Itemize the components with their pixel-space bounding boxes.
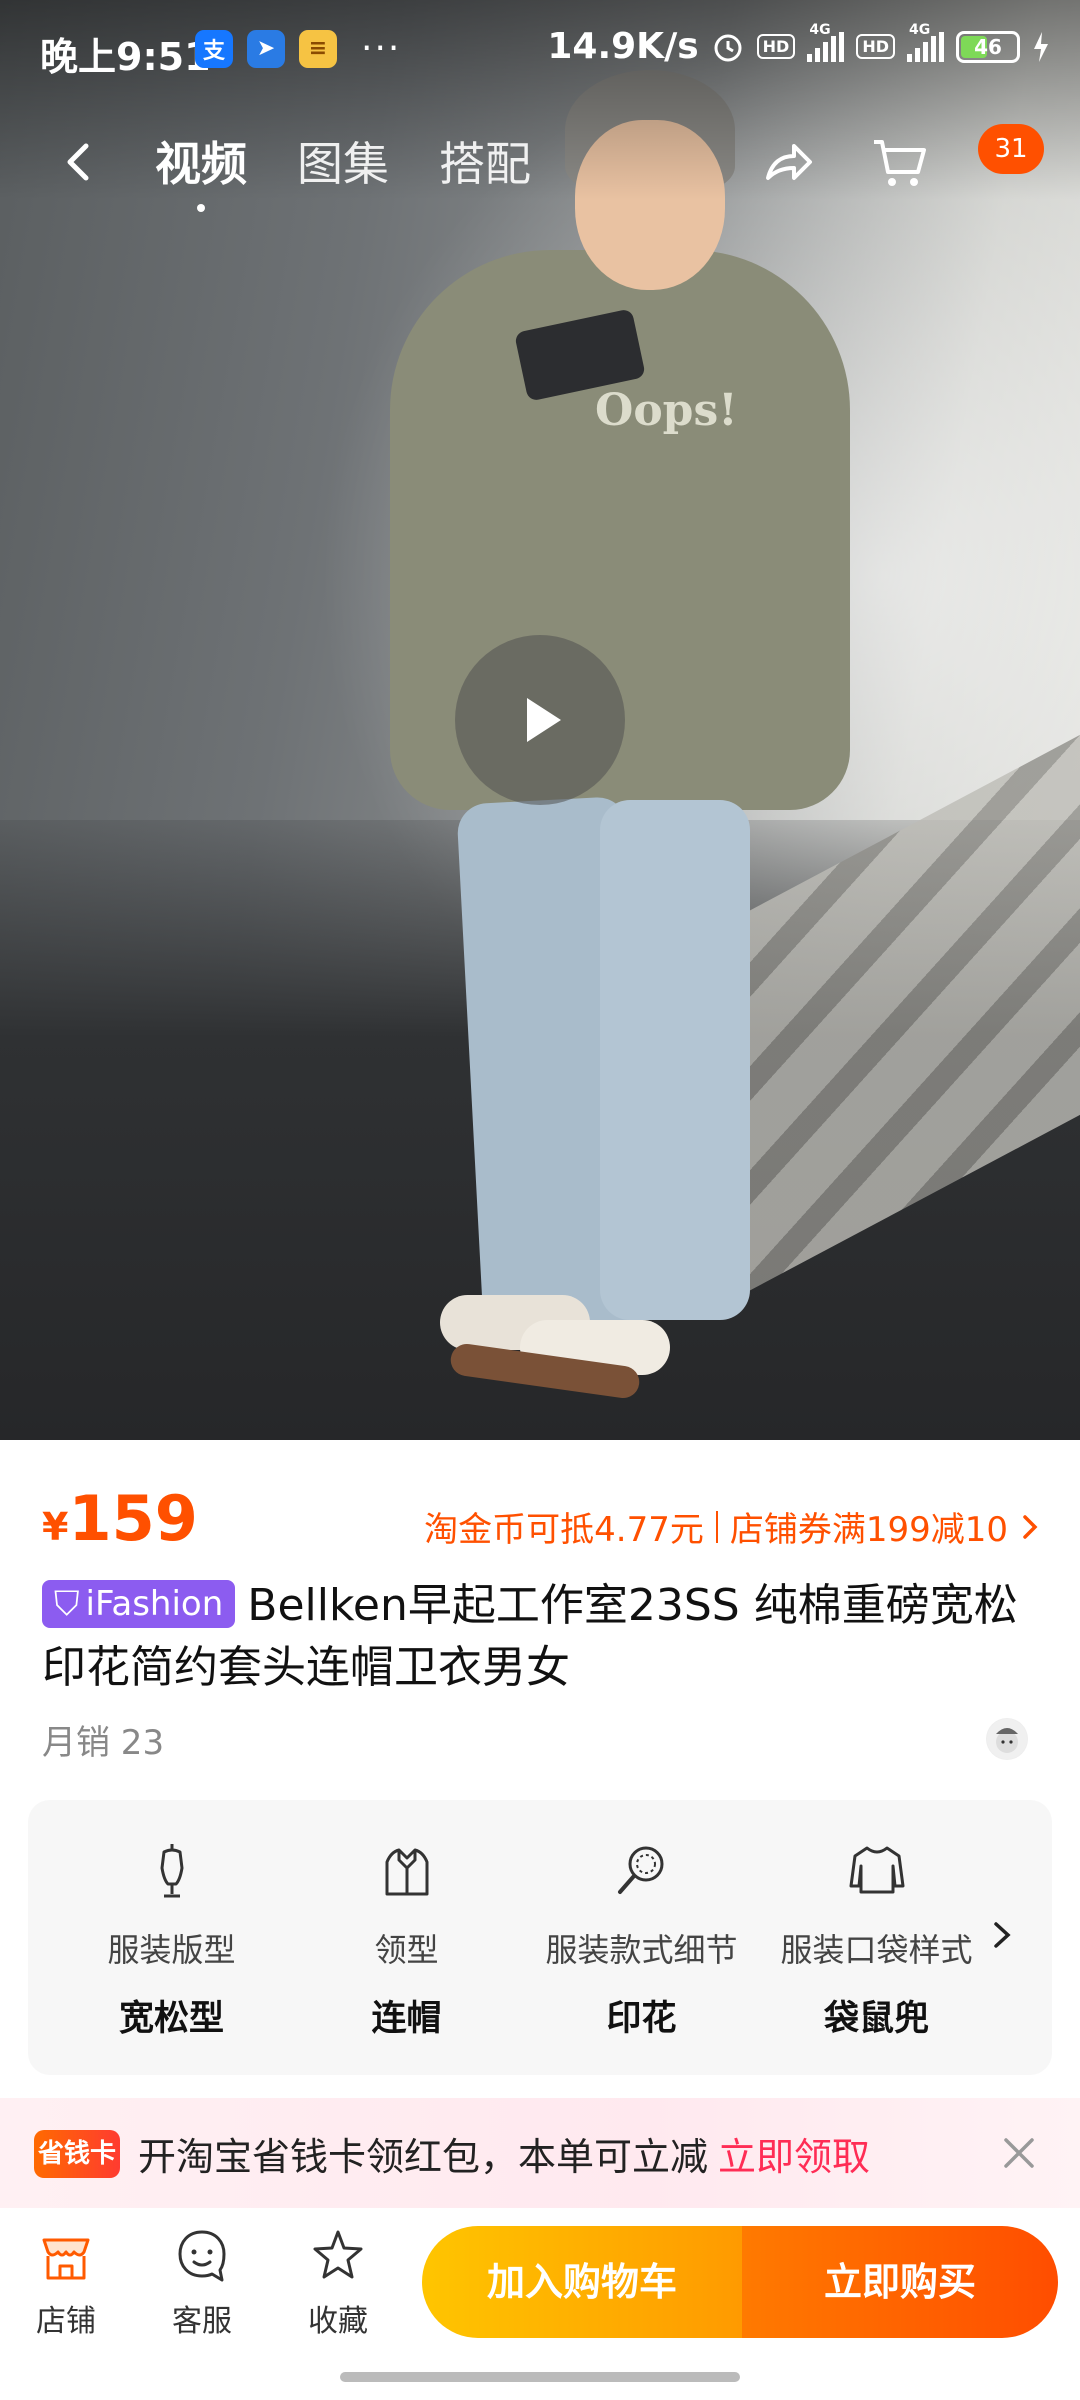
navigation-icon: ➤ xyxy=(247,29,285,68)
net-speed: 14.9K/s xyxy=(547,26,699,67)
store-button[interactable]: 店铺 xyxy=(16,2226,116,2340)
alarm-icon xyxy=(714,34,742,61)
network-type-1: 4G xyxy=(809,21,831,38)
battery-level: 46 xyxy=(974,34,1002,59)
attribute-item: 领型 连帽 xyxy=(289,1800,524,2075)
attribute-value: 袋鼠兜 xyxy=(823,1999,929,2039)
tab-video[interactable]: 视频 xyxy=(155,128,247,194)
status-right: 14.9K/s HD 4G HD 4G 46 xyxy=(547,22,1050,67)
buy-now-button[interactable]: 立即购买 xyxy=(742,2226,1058,2338)
price-amount: 159 xyxy=(68,1482,198,1555)
price: ¥159 xyxy=(42,1482,198,1555)
network-type-2: 4G xyxy=(909,21,931,38)
mannequin-icon xyxy=(160,1844,183,1898)
media-tabs: 视频 图集 搭配 xyxy=(155,128,531,194)
avatar[interactable] xyxy=(986,1718,1028,1760)
promo-coin-text: 淘金币可抵4.77元 xyxy=(424,1510,704,1550)
promo-link[interactable]: 淘金币可抵4.77元 店铺券满199减10 xyxy=(424,1502,1040,1551)
hoodie-print-text: Oops! xyxy=(595,385,738,436)
hd-badge-2: HD xyxy=(856,34,895,59)
play-button[interactable] xyxy=(455,635,625,805)
chevron-right-icon[interactable] xyxy=(982,1910,1022,1960)
alipay-icon: 支 xyxy=(195,29,233,68)
attribute-item: 服装款式细节 印花 xyxy=(524,1800,759,2075)
product-title: ⛉ iFashion Bellken早起工作室23SS 纯棉重磅宽松印花简约套头连帽… xyxy=(42,1575,1042,1699)
attribute-label: 服装口袋样式 xyxy=(780,1931,973,1969)
status-more: ··· xyxy=(361,28,402,69)
monthly-sales: 月销 23 xyxy=(42,1723,165,1763)
chevron-right-icon xyxy=(1023,1514,1038,1539)
model-jeans-right xyxy=(600,800,750,1320)
collar-icon xyxy=(385,1848,428,1896)
attribute-value: 连帽 xyxy=(371,1999,442,2039)
signal-2: 4G xyxy=(907,22,944,62)
charging-icon xyxy=(1034,31,1048,62)
attribute-item: 服装口袋样式 袋鼠兜 xyxy=(759,1800,994,2075)
attribute-value: 印花 xyxy=(606,1999,677,2039)
chat-icon xyxy=(178,2230,226,2282)
cart-count-badge: 31 xyxy=(978,124,1044,174)
attribute-item: 服装版型 宽松型 xyxy=(54,1800,289,2075)
price-currency: ¥ xyxy=(42,1505,69,1549)
sweater-icon xyxy=(849,1846,904,1894)
service-label: 客服 xyxy=(172,2304,232,2339)
attribute-value: 宽松型 xyxy=(118,1999,224,2039)
top-nav: 视频 图集 搭配 31 xyxy=(0,110,1080,210)
store-icon xyxy=(42,2238,90,2280)
status-time: 晚上9:51 xyxy=(40,35,211,79)
shield-icon: ⛉ xyxy=(54,1584,80,1624)
customer-service-button[interactable]: 客服 xyxy=(152,2226,252,2340)
star-icon xyxy=(313,2230,363,2279)
savings-card-banner[interactable]: 省钱卡 开淘宝省钱卡领红包，本单可立减 立即领取 xyxy=(0,2098,1080,2208)
product-attributes[interactable]: 服装版型 宽松型 领型 连帽 服装款式细节 印花 服装口袋样式 袋鼠兜 xyxy=(28,1800,1052,2075)
tab-outfit[interactable]: 搭配 xyxy=(439,128,531,194)
home-indicator[interactable] xyxy=(340,2372,740,2382)
attribute-label: 领型 xyxy=(374,1931,439,1969)
taobao-coin-icon: ≡ xyxy=(299,29,337,68)
status-app-icons: 支 ➤ ≡ ··· xyxy=(195,28,401,69)
close-icon[interactable] xyxy=(994,2128,1044,2178)
banner-cta[interactable]: 立即领取 xyxy=(718,2135,870,2179)
back-icon[interactable] xyxy=(50,132,110,192)
price-row: ¥159 淘金币可抵4.77元 店铺券满199减10 xyxy=(0,1440,1080,1590)
favorite-button[interactable]: 收藏 xyxy=(288,2226,388,2340)
add-to-cart-button[interactable]: 加入购物车 xyxy=(422,2226,742,2338)
attribute-label: 服装款式细节 xyxy=(545,1931,738,1969)
magnifier-icon xyxy=(617,1846,663,1894)
share-icon[interactable] xyxy=(760,134,816,190)
bottom-action-bar: 店铺 客服 收藏 加入购物车 立即购买 xyxy=(0,2208,1080,2340)
battery-icon: 46 xyxy=(956,30,1020,63)
tag-label: iFashion xyxy=(85,1584,224,1624)
cart-icon[interactable] xyxy=(870,134,930,190)
banner-text-wrap: 开淘宝省钱卡领红包，本单可立减 立即领取 xyxy=(138,2126,870,2181)
ifashion-tag: ⛉ iFashion xyxy=(42,1580,236,1628)
favorite-label: 收藏 xyxy=(308,2304,368,2339)
signal-1: 4G xyxy=(807,22,845,62)
hd-badge-1: HD xyxy=(756,34,796,59)
promo-divider xyxy=(715,1510,718,1543)
savings-card-pill: 省钱卡 xyxy=(34,2130,120,2178)
play-icon xyxy=(527,698,561,742)
store-label: 店铺 xyxy=(36,2304,96,2339)
status-bar: 晚上9:51 支 ➤ ≡ ··· 14.9K/s HD 4G HD 4G 46 xyxy=(0,0,1080,96)
attribute-label: 服装版型 xyxy=(107,1931,236,1969)
promo-coupon-text: 店铺券满199减10 xyxy=(729,1510,1008,1550)
tab-gallery[interactable]: 图集 xyxy=(297,128,389,194)
banner-text: 开淘宝省钱卡领红包，本单可立减 xyxy=(138,2135,709,2179)
